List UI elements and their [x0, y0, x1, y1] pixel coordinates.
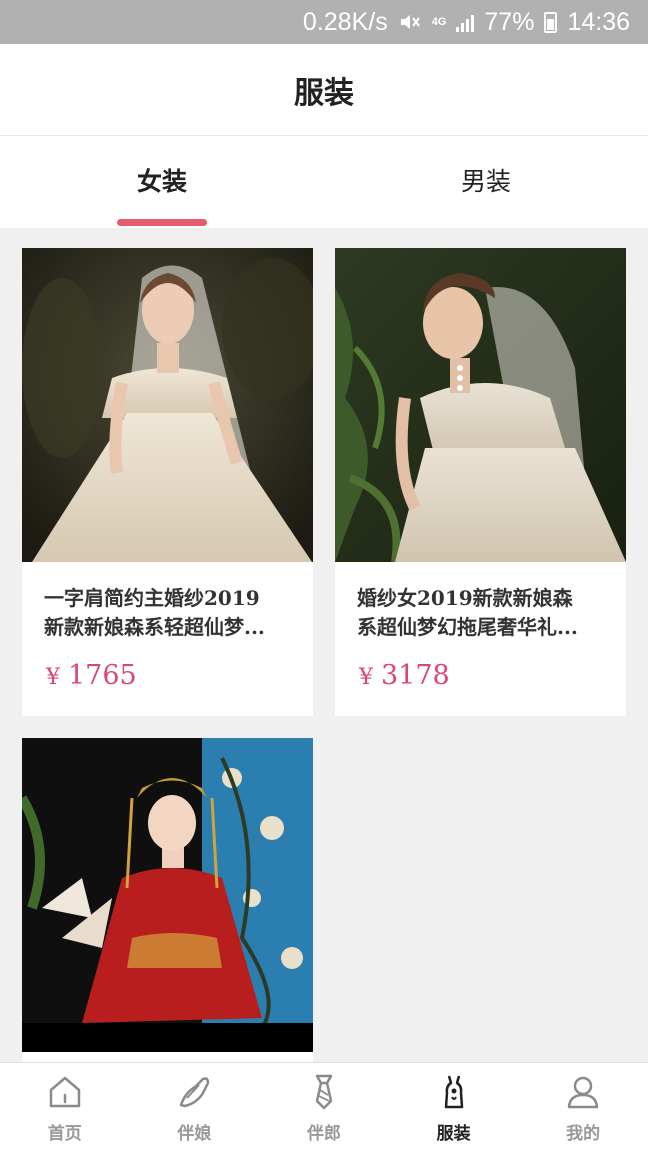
nav-clothing[interactable]: 服装	[389, 1063, 519, 1152]
nav-home-label: 首页	[47, 1124, 82, 1144]
product-card[interactable]: 一字肩简约主婚纱2019 新款新娘森系轻超仙梦... ¥1765	[22, 248, 313, 716]
product-card[interactable]	[22, 738, 313, 1068]
nav-groomsman[interactable]: 伴郎	[259, 1063, 389, 1152]
active-tab-indicator	[117, 219, 207, 226]
product-title-line: 婚纱女2019新款新娘森	[357, 586, 573, 610]
product-image	[22, 738, 313, 1052]
nav-profile-label: 我的	[566, 1124, 601, 1144]
high-heel-icon	[180, 1077, 210, 1108]
tab-mens[interactable]: 男装	[324, 136, 648, 228]
nav-groomsman-label: 伴郎	[306, 1124, 341, 1144]
tie-icon	[315, 1074, 333, 1110]
price-value: 3178	[381, 660, 450, 691]
nav-bridesmaid[interactable]: 伴娘	[130, 1063, 260, 1152]
product-title-line: 系超仙梦幻拖尾奢华礼...	[357, 615, 578, 639]
product-title-line: 一字肩简约主婚纱2019	[44, 586, 260, 610]
currency-symbol: ¥	[359, 665, 373, 690]
nav-profile[interactable]: 我的	[518, 1063, 648, 1152]
product-price: ¥1765	[22, 646, 313, 691]
product-title: 一字肩简约主婚纱2019 新款新娘森系轻超仙梦...	[22, 562, 313, 646]
product-image	[335, 248, 626, 562]
home-icon	[49, 1076, 81, 1108]
nav-clothing-label: 服装	[436, 1124, 471, 1144]
nav-bridesmaid-label: 伴娘	[177, 1124, 212, 1144]
tab-womens-label: 女装	[136, 167, 187, 196]
product-title: 婚纱女2019新款新娘森 系超仙梦幻拖尾奢华礼...	[335, 562, 626, 646]
price-value: 1765	[68, 660, 137, 691]
battery-percent: 77%	[484, 7, 535, 36]
bottom-navigation: 首页 伴娘 伴郎 服装 我的	[0, 1062, 648, 1152]
battery-icon	[544, 11, 558, 33]
network-speed: 0.28K/s	[302, 7, 388, 36]
page-header: 服装	[0, 44, 648, 136]
signal-icon	[456, 12, 475, 32]
dress-icon	[444, 1075, 463, 1109]
product-price: ¥3178	[335, 646, 626, 691]
category-tabs: 女装 男装	[0, 136, 648, 228]
user-icon	[567, 1076, 599, 1109]
tab-womens[interactable]: 女装	[0, 136, 324, 228]
nav-home[interactable]: 首页	[0, 1063, 130, 1152]
network-type: 4G	[431, 15, 447, 28]
tab-mens-label: 男装	[460, 167, 511, 196]
product-title-line: 新款新娘森系轻超仙梦...	[44, 615, 265, 639]
page-title: 服装	[294, 75, 354, 111]
status-bar: 0.28K/s 4G 77% 14:36	[0, 0, 648, 44]
mute-icon	[400, 15, 420, 29]
currency-symbol: ¥	[46, 665, 60, 690]
clock: 14:36	[567, 7, 630, 36]
product-grid: 一字肩简约主婚纱2019 新款新娘森系轻超仙梦... ¥1765 婚纱女2019…	[22, 248, 626, 1068]
product-card[interactable]: 婚纱女2019新款新娘森 系超仙梦幻拖尾奢华礼... ¥3178	[335, 248, 626, 716]
product-image	[22, 248, 313, 562]
